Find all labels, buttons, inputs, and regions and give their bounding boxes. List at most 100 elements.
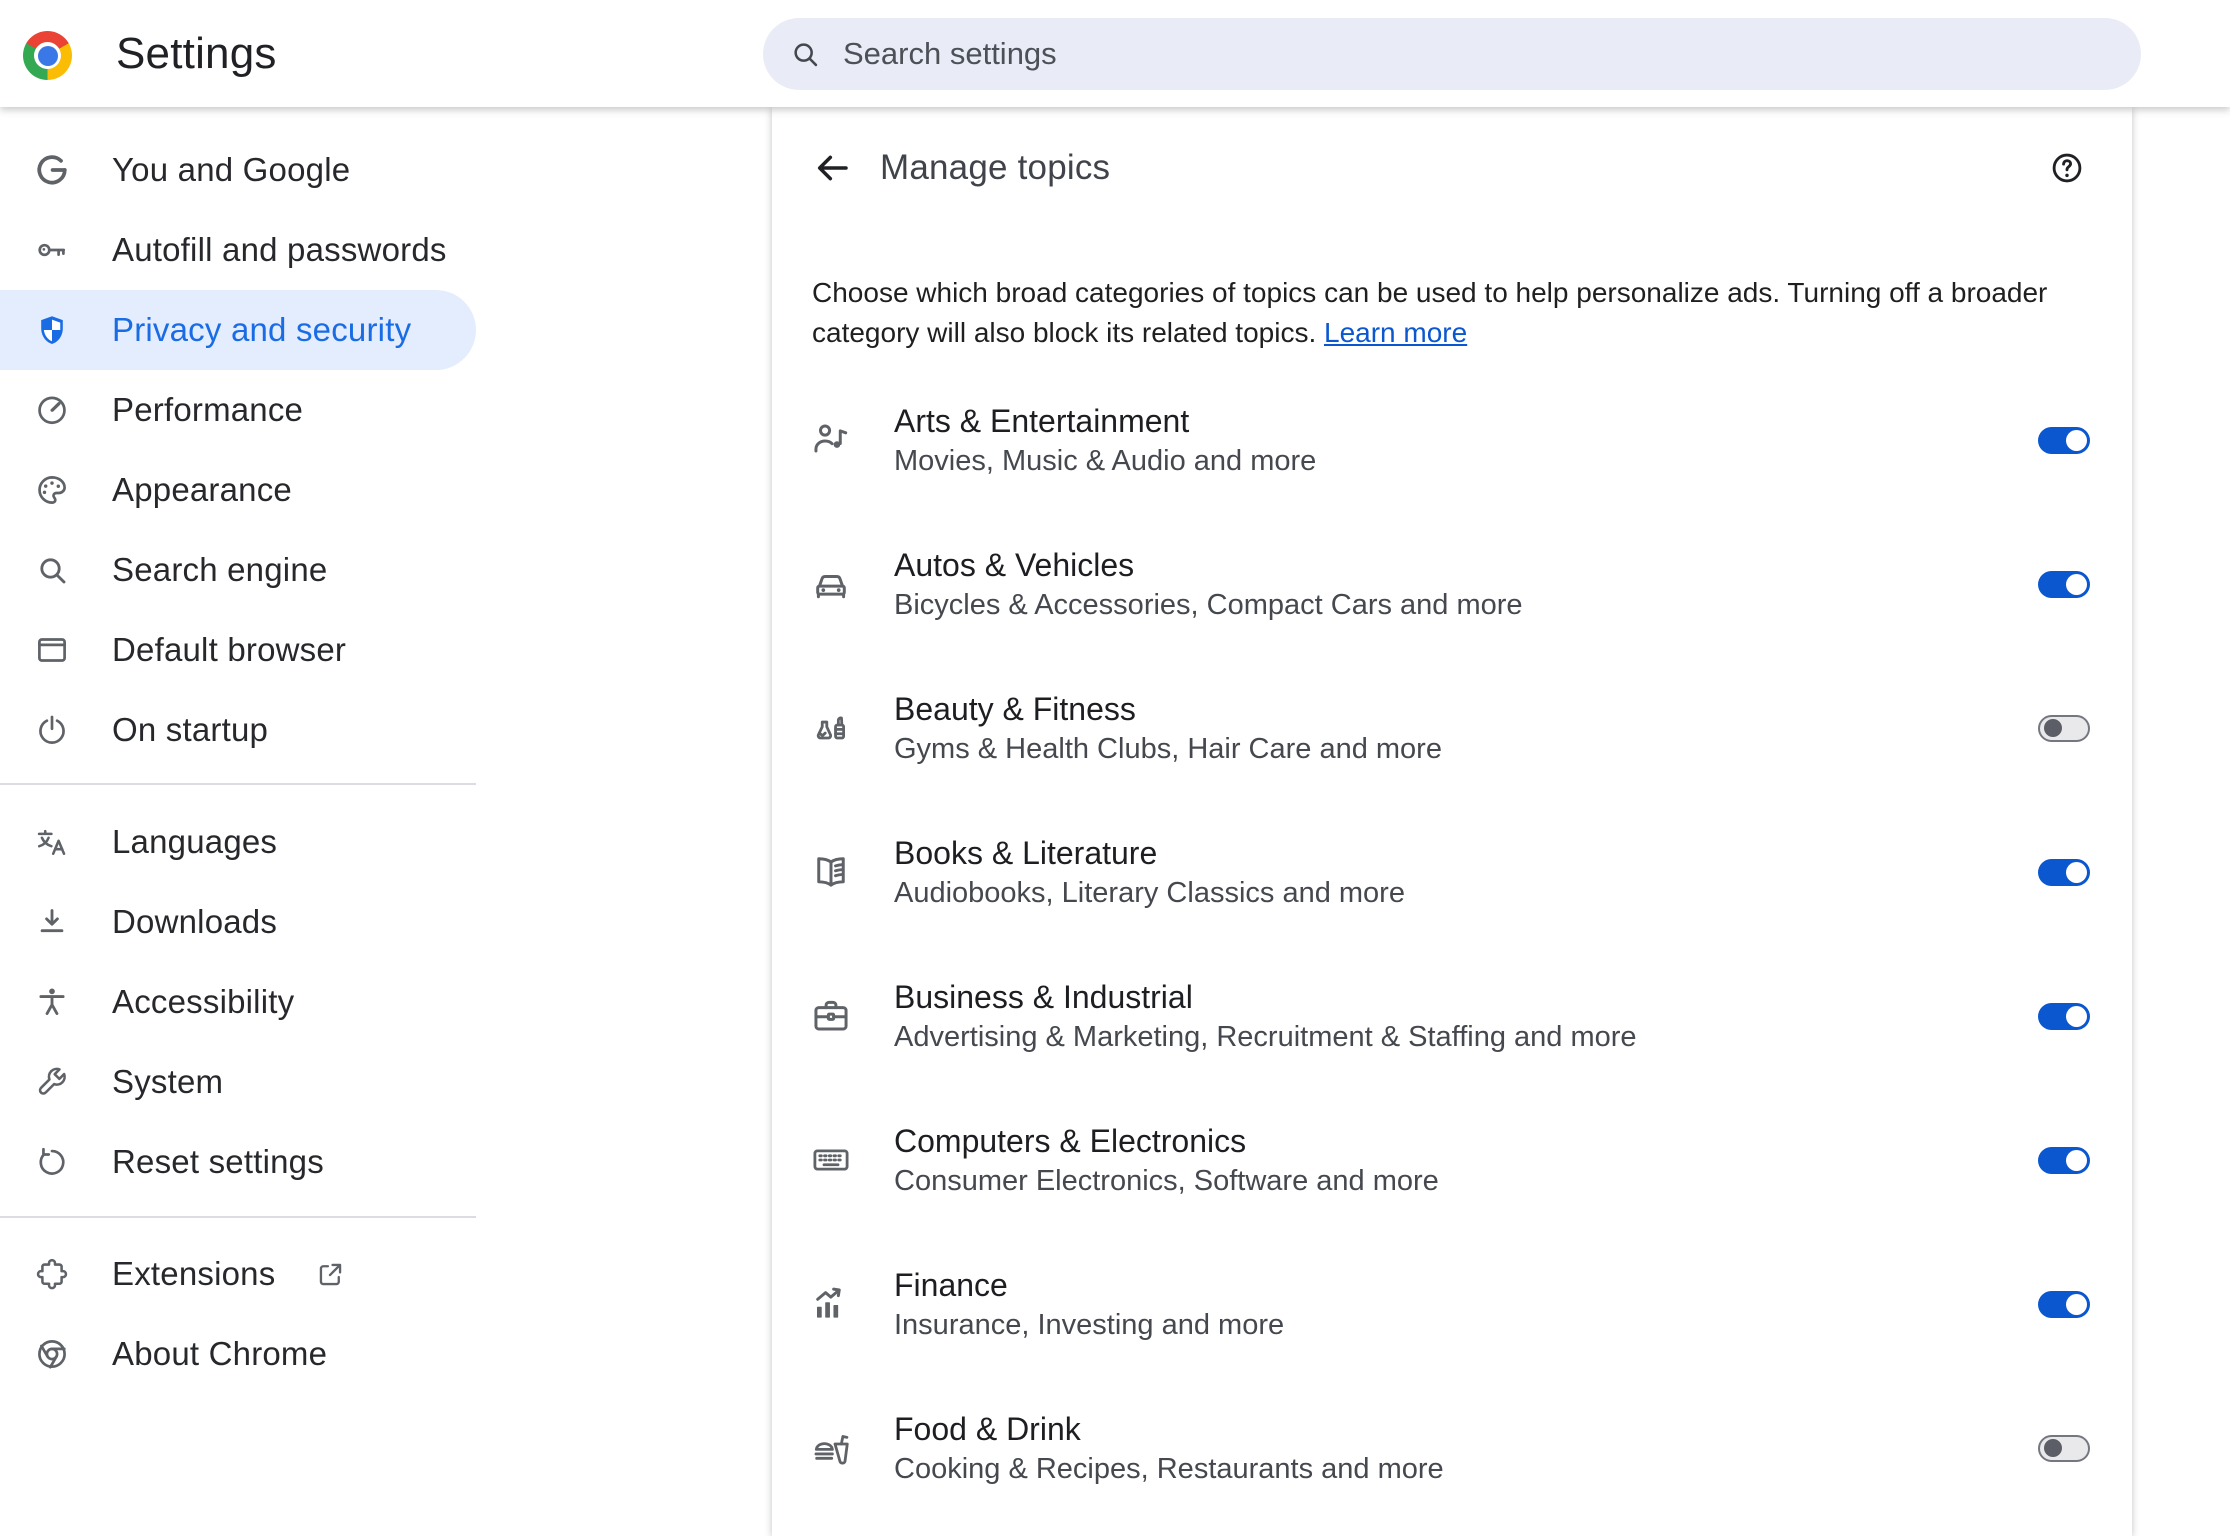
sidebar-item-label: Downloads bbox=[112, 903, 278, 940]
chrome-icon bbox=[34, 1336, 70, 1372]
toggle-knob bbox=[2066, 429, 2087, 451]
sidebar-item-languages[interactable]: Languages bbox=[0, 802, 476, 882]
sidebar-divider bbox=[0, 1216, 476, 1218]
app-header: Settings bbox=[0, 0, 2230, 107]
sidebar-item-on-startup[interactable]: On startup bbox=[0, 690, 476, 770]
sidebar-item-about-chrome[interactable]: About Chrome bbox=[0, 1314, 476, 1394]
key-icon bbox=[34, 232, 70, 268]
topic-subtitle: Insurance, Investing and more bbox=[894, 1309, 1285, 1341]
topic-row-computers-electronics: Computers & Electronics Consumer Electron… bbox=[772, 1088, 2132, 1232]
reset-icon bbox=[34, 1144, 70, 1180]
toggle-beauty-fitness[interactable] bbox=[2038, 714, 2090, 742]
sidebar-item-label: Performance bbox=[112, 391, 304, 428]
sidebar-item-privacy-and-security[interactable]: Privacy and security bbox=[0, 290, 476, 370]
sidebar-item-label: Default browser bbox=[112, 631, 347, 668]
topic-subtitle: Bicycles & Accessories, Compact Cars and… bbox=[894, 589, 1523, 621]
topic-title: Beauty & Fitness bbox=[894, 691, 1136, 727]
topic-subtitle: Consumer Electronics, Software and more bbox=[894, 1165, 1439, 1197]
topic-title: Finance bbox=[894, 1267, 1008, 1303]
food-icon bbox=[810, 1427, 852, 1469]
sidebar-item-label: About Chrome bbox=[112, 1335, 328, 1372]
palette-icon bbox=[34, 472, 70, 508]
toggle-knob bbox=[2066, 573, 2087, 595]
topic-subtitle: Audiobooks, Literary Classics and more bbox=[894, 877, 1405, 909]
topic-text: Autos & Vehicles Bicycles & Accessories, … bbox=[894, 544, 1523, 624]
person-music-icon bbox=[810, 419, 852, 461]
page-title: Manage topics bbox=[880, 148, 1111, 187]
sidebar-item-appearance[interactable]: Appearance bbox=[0, 450, 476, 530]
topics-list: Arts & Entertainment Movies, Music & Audi… bbox=[772, 368, 2132, 1520]
topic-text: Computers & Electronics Consumer Electron… bbox=[894, 1120, 1439, 1200]
sidebar-item-label: Reset settings bbox=[112, 1143, 324, 1180]
app-title: Settings bbox=[116, 29, 277, 78]
settings-search-bar[interactable] bbox=[763, 18, 2141, 90]
page-description: Choose which broad categories of topics … bbox=[812, 273, 2096, 353]
topic-text: Finance Insurance, Investing and more bbox=[894, 1264, 1284, 1344]
topic-text: Arts & Entertainment Movies, Music & Audi… bbox=[894, 400, 1316, 480]
chrome-logo bbox=[23, 31, 72, 80]
sidebar-item-label: You and Google bbox=[112, 151, 351, 188]
topic-title: Computers & Electronics bbox=[894, 1123, 1247, 1159]
topic-title: Business & Industrial bbox=[894, 979, 1193, 1015]
power-icon bbox=[34, 712, 70, 748]
topic-text: Food & Drink Cooking & Recipes, Restauran… bbox=[894, 1408, 1444, 1488]
topic-subtitle: Advertising & Marketing, Recruitment & S… bbox=[894, 1021, 1637, 1053]
toggle-books-literature[interactable] bbox=[2038, 858, 2090, 886]
topic-row-finance: Finance Insurance, Investing and more bbox=[772, 1232, 2132, 1376]
sidebar-item-search-engine[interactable]: Search engine bbox=[0, 530, 476, 610]
shield-icon bbox=[34, 312, 70, 348]
sidebar-item-performance[interactable]: Performance bbox=[0, 370, 476, 450]
topic-row-beauty-fitness: Beauty & Fitness Gyms & Health Clubs, Hai… bbox=[772, 656, 2132, 800]
sidebar-item-extensions[interactable]: Extensions bbox=[0, 1234, 476, 1314]
google-g-icon bbox=[34, 152, 70, 188]
toggle-autos-vehicles[interactable] bbox=[2038, 570, 2090, 598]
topic-title: Autos & Vehicles bbox=[894, 547, 1135, 583]
accessibility-icon bbox=[34, 984, 70, 1020]
topic-row-autos-vehicles: Autos & Vehicles Bicycles & Accessories, … bbox=[772, 512, 2132, 656]
browser-icon bbox=[34, 632, 70, 668]
toggle-finance[interactable] bbox=[2038, 1290, 2090, 1318]
sidebar-item-you-and-google[interactable]: You and Google bbox=[0, 130, 476, 210]
search-icon bbox=[794, 43, 818, 67]
sidebar-item-default-browser[interactable]: Default browser bbox=[0, 610, 476, 690]
sidebar-nav: You and Google Autofill and passwords Priv… bbox=[0, 107, 480, 1536]
finance-icon bbox=[810, 1283, 852, 1325]
card-toolbar: Manage topics bbox=[772, 107, 2132, 229]
toggle-knob bbox=[2044, 1439, 2062, 1457]
topic-text: Business & Industrial Advertising & Marke… bbox=[894, 976, 1637, 1056]
search-input[interactable] bbox=[843, 36, 2115, 72]
topic-subtitle: Gyms & Health Clubs, Hair Care and more bbox=[894, 733, 1442, 765]
sidebar-item-label: Search engine bbox=[112, 551, 328, 588]
topic-title: Food & Drink bbox=[894, 1411, 1081, 1447]
toggle-computers-electronics[interactable] bbox=[2038, 1146, 2090, 1174]
download-icon bbox=[34, 904, 70, 940]
sidebar-item-label: System bbox=[112, 1063, 224, 1100]
help-icon bbox=[2052, 153, 2082, 183]
toggle-knob bbox=[2066, 1293, 2087, 1315]
back-button[interactable] bbox=[808, 144, 856, 192]
toggle-knob bbox=[2066, 1149, 2087, 1171]
sidebar-item-label: Privacy and security bbox=[112, 311, 412, 348]
sidebar-item-label: Languages bbox=[112, 823, 278, 860]
sidebar-item-accessibility[interactable]: Accessibility bbox=[0, 962, 476, 1042]
topic-row-food-drink: Food & Drink Cooking & Recipes, Restauran… bbox=[772, 1376, 2132, 1520]
beauty-icon bbox=[810, 707, 852, 749]
toggle-arts-entertainment[interactable] bbox=[2038, 426, 2090, 454]
sidebar-item-downloads[interactable]: Downloads bbox=[0, 882, 476, 962]
external-link-icon bbox=[315, 1259, 346, 1290]
car-icon bbox=[810, 563, 852, 605]
book-icon bbox=[810, 851, 852, 893]
sidebar-item-autofill-and-passwords[interactable]: Autofill and passwords bbox=[0, 210, 476, 290]
topic-title: Books & Literature bbox=[894, 835, 1158, 871]
speedometer-icon bbox=[34, 392, 70, 428]
toggle-food-drink[interactable] bbox=[2038, 1434, 2090, 1462]
sidebar-item-system[interactable]: System bbox=[0, 1042, 476, 1122]
topic-subtitle: Movies, Music & Audio and more bbox=[894, 445, 1317, 477]
briefcase-icon bbox=[810, 995, 852, 1037]
toggle-business-industrial[interactable] bbox=[2038, 1002, 2090, 1030]
sidebar-item-reset-settings[interactable]: Reset settings bbox=[0, 1122, 476, 1202]
learn-more-link[interactable]: Learn more bbox=[1324, 317, 1467, 348]
topic-subtitle: Cooking & Recipes, Restaurants and more bbox=[894, 1453, 1444, 1485]
help-button[interactable] bbox=[2046, 147, 2088, 189]
topic-text: Beauty & Fitness Gyms & Health Clubs, Hai… bbox=[894, 688, 1442, 768]
